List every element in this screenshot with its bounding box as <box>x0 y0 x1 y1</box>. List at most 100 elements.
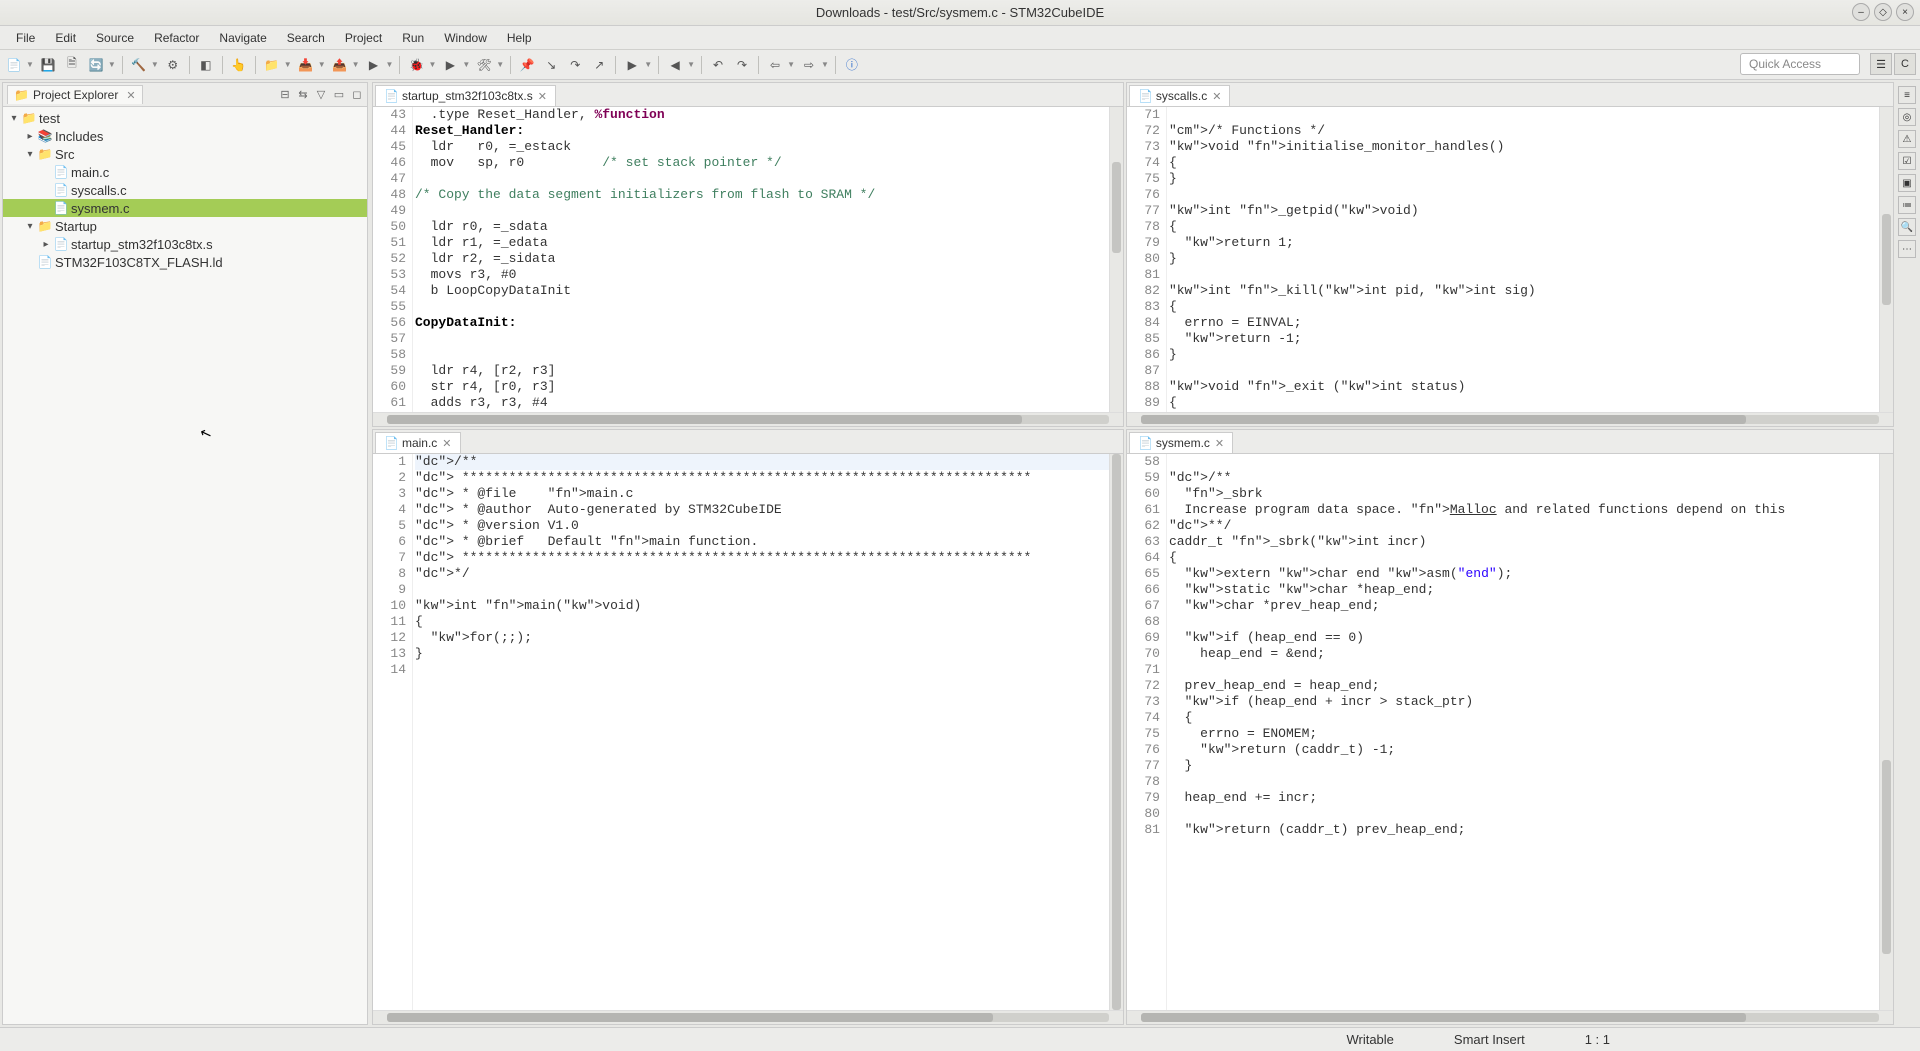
line-numbers-gutter: 1 2 3 4 5 6 7 8 9 10 11 12 13 14 <box>373 454 413 1010</box>
code-content[interactable]: "dc">/** "fn">_sbrk Increase program dat… <box>1167 454 1879 1010</box>
horizontal-scrollbar[interactable] <box>387 1013 1109 1022</box>
tree-item-label: syscalls.c <box>71 183 127 198</box>
includes-folder[interactable]: ▸📚Includes <box>3 127 367 145</box>
horizontal-scrollbar[interactable] <box>387 415 1109 424</box>
next-annotation-icon[interactable]: ↷ <box>732 55 752 75</box>
refresh-icon[interactable]: 🔄 <box>86 55 106 75</box>
maximize-button[interactable]: ◇ <box>1874 3 1892 21</box>
minimize-view-icon[interactable]: ▭ <box>331 87 347 103</box>
build-icon[interactable]: 🔨 <box>129 55 149 75</box>
menu-window[interactable]: Window <box>434 28 497 48</box>
close-icon[interactable]: ✕ <box>538 90 547 103</box>
toggle-icon[interactable]: ◧ <box>196 55 216 75</box>
file-startup-s[interactable]: ▸📄startup_stm32f103c8tx.s <box>3 235 367 253</box>
open-perspective-icon[interactable]: ☰ <box>1870 53 1892 75</box>
problems-view-icon[interactable]: ⚠ <box>1898 130 1916 148</box>
new-icon[interactable]: 📄 <box>4 55 24 75</box>
console-view-icon[interactable]: ▣ <box>1898 174 1916 192</box>
open-type-icon[interactable]: 👆 <box>229 55 249 75</box>
file-flash-ld[interactable]: 📄STM32F103C8TX_FLASH.ld <box>3 253 367 271</box>
tasks-view-icon[interactable]: ☑ <box>1898 152 1916 170</box>
maximize-view-icon[interactable]: ◻ <box>349 87 365 103</box>
project-tree[interactable]: ▾📁test▸📚Includes▾📁Src📄main.c📄syscalls.c📄… <box>3 107 367 1024</box>
file-icon: 📄 <box>1138 436 1153 450</box>
editor-tab-label: main.c <box>402 436 437 450</box>
close-button[interactable]: × <box>1896 3 1914 21</box>
save-all-icon[interactable]: 🗎 <box>62 55 82 75</box>
view-menu-icon[interactable]: ▽ <box>313 87 329 103</box>
close-icon[interactable]: ✕ <box>1212 90 1221 103</box>
main-toolbar: 📄▼ 💾 🗎 🔄▼ 🔨▼ ⚙ ◧ 👆 📁▼ 📥▼ 📤▼ ▶▼ 🐞▼ ▶▼ 🛠▼ … <box>0 50 1920 80</box>
file-icon: 📄 <box>53 201 69 215</box>
vertical-scrollbar[interactable] <box>1109 454 1123 1010</box>
vertical-scrollbar[interactable] <box>1109 107 1123 412</box>
editor-tab-label: syscalls.c <box>1156 89 1207 103</box>
project-explorer-title: Project Explorer <box>33 88 118 102</box>
quick-access-field[interactable]: Quick Access <box>1740 53 1860 75</box>
file-syscalls-c[interactable]: 📄syscalls.c <box>3 181 367 199</box>
menu-run[interactable]: Run <box>392 28 434 48</box>
config-icon[interactable]: ⚙ <box>163 55 183 75</box>
startup-folder[interactable]: ▾📁Startup <box>3 217 367 235</box>
file-sysmem-c[interactable]: 📄sysmem.c <box>3 199 367 217</box>
close-icon[interactable]: ✕ <box>442 437 451 450</box>
project-test[interactable]: ▾📁test <box>3 109 367 127</box>
close-icon[interactable]: ✕ <box>126 89 135 102</box>
resume-icon[interactable]: ▶ <box>622 55 642 75</box>
new-project-icon[interactable]: 📁 <box>262 55 282 75</box>
step-over-icon[interactable]: ↷ <box>565 55 585 75</box>
tree-item-label: Includes <box>55 129 103 144</box>
horizontal-scrollbar[interactable] <box>1141 1013 1879 1022</box>
vertical-scrollbar[interactable] <box>1879 454 1893 1010</box>
outline-view-icon[interactable]: ≡ <box>1898 86 1916 104</box>
menu-project[interactable]: Project <box>335 28 392 48</box>
info-icon[interactable]: ⓘ <box>842 55 862 75</box>
step-into-icon[interactable]: ↘ <box>541 55 561 75</box>
menu-source[interactable]: Source <box>86 28 144 48</box>
editor-tab[interactable]: 📄sysmem.c✕ <box>1129 432 1233 453</box>
project-explorer-tab[interactable]: 📁 Project Explorer ✕ <box>7 85 143 104</box>
menu-refactor[interactable]: Refactor <box>144 28 209 48</box>
nav-forward-icon[interactable]: ⇨ <box>799 55 819 75</box>
pin-icon[interactable]: 📌 <box>517 55 537 75</box>
folder-icon: 📁 <box>14 88 29 102</box>
menu-file[interactable]: File <box>6 28 45 48</box>
export-icon[interactable]: 📤 <box>330 55 350 75</box>
vertical-scrollbar[interactable] <box>1879 107 1893 412</box>
file-main-c[interactable]: 📄main.c <box>3 163 367 181</box>
nav-back-icon[interactable]: ⇦ <box>765 55 785 75</box>
link-editor-icon[interactable]: ⇆ <box>295 87 311 103</box>
minimize-button[interactable]: – <box>1852 3 1870 21</box>
editor-tab[interactable]: 📄syscalls.c✕ <box>1129 85 1231 106</box>
c-perspective-icon[interactable]: C <box>1894 53 1916 75</box>
editor-bottom_left: 📄main.c✕1 2 3 4 5 6 7 8 9 10 11 12 13 14… <box>372 429 1124 1025</box>
save-icon[interactable]: 💾 <box>38 55 58 75</box>
run-icon[interactable]: ▶ <box>440 55 460 75</box>
editor-top_right: 📄syscalls.c✕71 72 73 74 75 76 77 78 79 8… <box>1126 82 1894 427</box>
file-icon: 📄 <box>37 255 53 269</box>
prev-annotation-icon[interactable]: ↶ <box>708 55 728 75</box>
menu-edit[interactable]: Edit <box>45 28 86 48</box>
build-targets-icon[interactable]: ◎ <box>1898 108 1916 126</box>
run-last-icon[interactable]: ▶ <box>364 55 384 75</box>
import-icon[interactable]: 📥 <box>296 55 316 75</box>
collapse-all-icon[interactable]: ⊟ <box>277 87 293 103</box>
properties-view-icon[interactable]: ≔ <box>1898 196 1916 214</box>
code-content[interactable]: "dc">/**"dc"> **************************… <box>413 454 1109 1010</box>
code-content[interactable]: "cm">/* Functions */"kw">void "fn">initi… <box>1167 107 1879 412</box>
search-view-icon[interactable]: 🔍 <box>1898 218 1916 236</box>
menu-search[interactable]: Search <box>277 28 335 48</box>
debug-icon[interactable]: 🐞 <box>406 55 426 75</box>
step-return-icon[interactable]: ↗ <box>589 55 609 75</box>
editor-tab[interactable]: 📄startup_stm32f103c8tx.s✕ <box>375 85 556 106</box>
external-tools-icon[interactable]: 🛠 <box>474 55 494 75</box>
menu-help[interactable]: Help <box>497 28 542 48</box>
close-icon[interactable]: ✕ <box>1215 437 1224 450</box>
horizontal-scrollbar[interactable] <box>1141 415 1879 424</box>
editor-tab[interactable]: 📄main.c✕ <box>375 432 461 453</box>
src-folder[interactable]: ▾📁Src <box>3 145 367 163</box>
menu-navigate[interactable]: Navigate <box>209 28 276 48</box>
code-content[interactable]: .type Reset_Handler, %functionReset_Hand… <box>413 107 1109 412</box>
back-icon[interactable]: ◀ <box>665 55 685 75</box>
other-view-icon[interactable]: ⋯ <box>1898 240 1916 258</box>
